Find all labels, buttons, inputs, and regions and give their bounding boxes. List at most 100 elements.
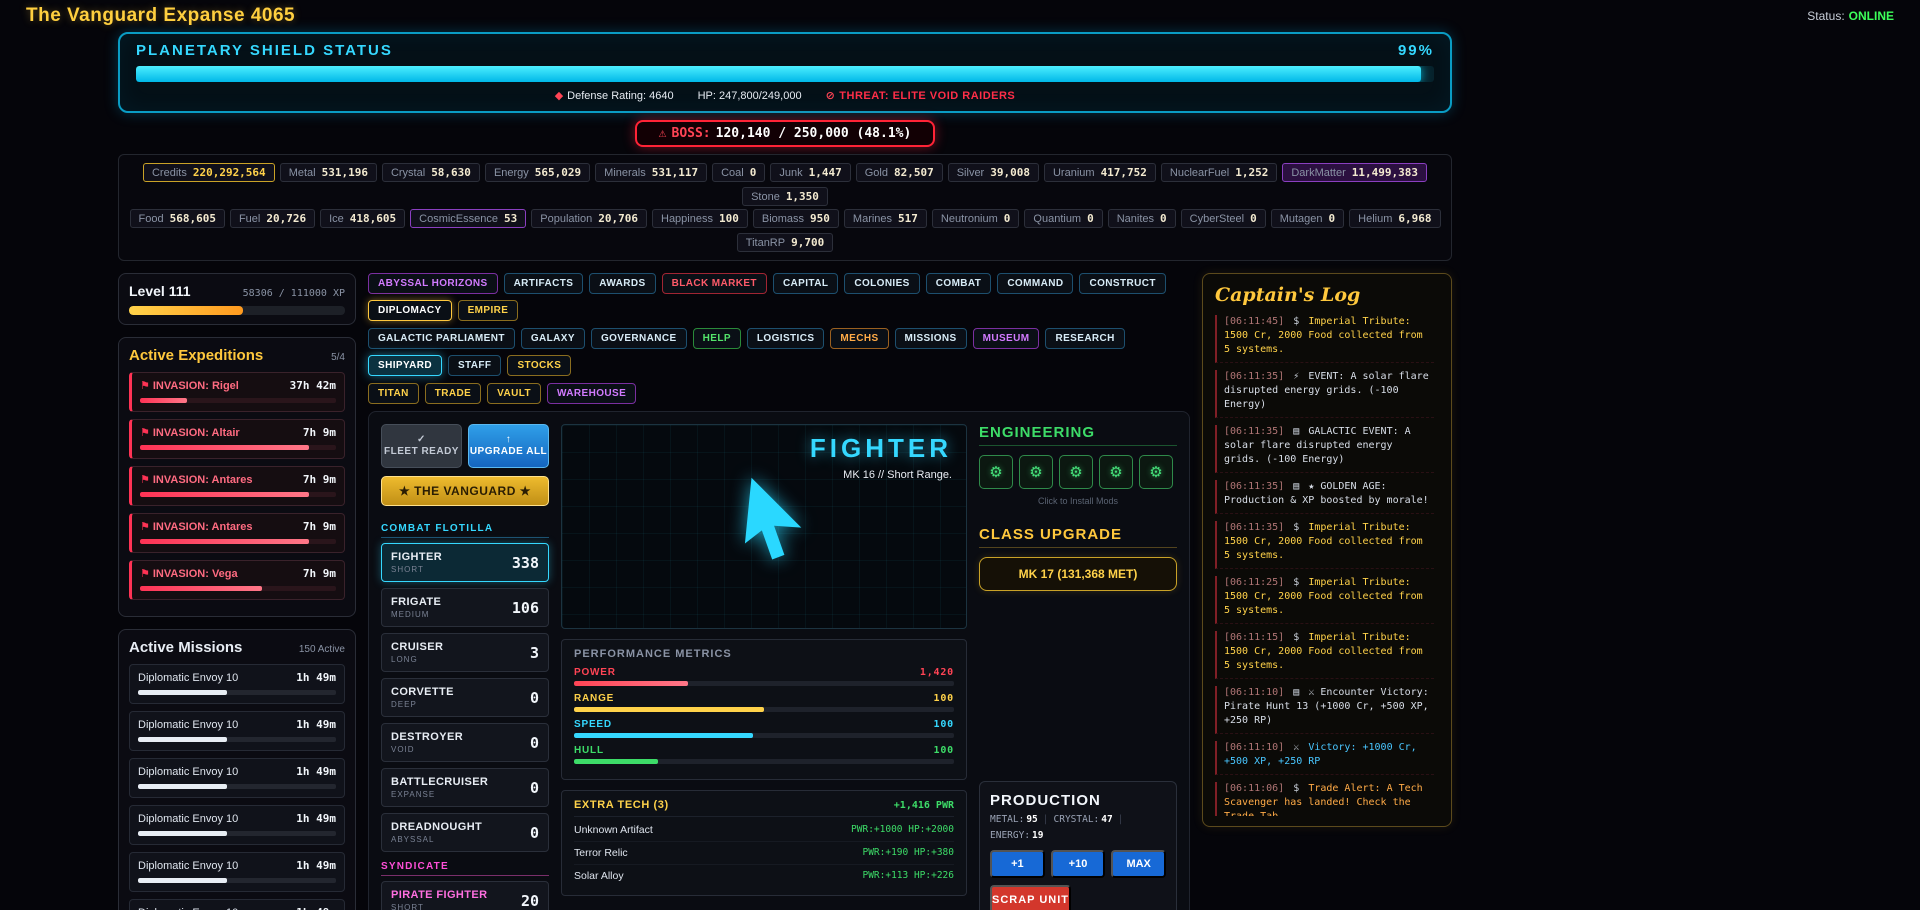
left-sidebar: Level 111 58306 / 111000 XP Active Exped… xyxy=(118,273,356,910)
ship-card[interactable]: CRUISER LONG 3 xyxy=(381,633,549,672)
production-costs: METAL:95 CRYSTAL:47 ENERGY:19 xyxy=(990,814,1166,841)
shield-title: PLANETARY SHIELD STATUS xyxy=(136,42,393,59)
nav-tab[interactable]: TRADE xyxy=(425,383,481,404)
ship-count: 0 xyxy=(530,824,539,842)
nav-tab[interactable]: BLACK MARKET xyxy=(662,273,767,294)
log-timestamp: [06:11:06] xyxy=(1224,783,1284,794)
nav-tab[interactable]: COMBAT xyxy=(926,273,992,294)
ship-name: BATTLECRUISER xyxy=(391,776,488,788)
resource-value: 950 xyxy=(810,212,830,225)
resource-name: Energy xyxy=(494,167,529,179)
mission-name: Diplomatic Envoy 10 xyxy=(138,907,238,910)
nav-tab[interactable]: AWARDS xyxy=(589,273,655,294)
nav-tab[interactable]: MISSIONS xyxy=(895,328,967,349)
shield-progress-bar xyxy=(136,66,1434,82)
nav-tab[interactable]: LOGISTICS xyxy=(747,328,825,349)
resource-name: CosmicEssence xyxy=(419,213,498,225)
nav-tab[interactable]: VAULT xyxy=(487,383,541,404)
nav-tab[interactable]: SHIPYARD xyxy=(368,355,442,376)
mission-item: Diplomatic Envoy 10 1h 49m xyxy=(129,711,345,751)
engineering-title: ENGINEERING xyxy=(979,424,1177,446)
nav-tab[interactable]: GOVERNANCE xyxy=(591,328,687,349)
class-upgrade-button[interactable]: MK 17 (131,368 MET) xyxy=(979,557,1177,591)
nav-tab[interactable]: STOCKS xyxy=(507,355,571,376)
nav-tab[interactable]: HELP xyxy=(693,328,741,349)
scrap-unit-button[interactable]: SCRAP UNIT xyxy=(990,885,1071,910)
mod-slot[interactable]: ⚙ xyxy=(1139,455,1173,489)
nav-tab[interactable]: GALACTIC PARLIAMENT xyxy=(368,328,515,349)
expedition-name: ⚑INVASION: Vega xyxy=(140,567,238,580)
mission-name: Diplomatic Envoy 10 xyxy=(138,719,238,731)
nav-tab[interactable]: DIPLOMACY xyxy=(368,300,452,321)
resource-name: DarkMatter xyxy=(1291,167,1345,179)
expedition-item: ⚑INVASION: Antares 7h 9m xyxy=(129,466,345,506)
production-panel: PRODUCTION METAL:95 CRYSTAL:47 ENERGY:19 xyxy=(979,781,1177,910)
ship-range: SHORT xyxy=(391,565,442,574)
nav-tab[interactable]: COMMAND xyxy=(997,273,1073,294)
mod-slot-row: ⚙⚙⚙⚙⚙ xyxy=(979,455,1177,489)
build-quantity-button[interactable]: +10 xyxy=(1051,850,1106,878)
nav-tab[interactable]: TITAN xyxy=(368,383,419,404)
nav-tab[interactable]: CAPITAL xyxy=(773,273,838,294)
ship-card[interactable]: DREADNOUGHT ABYSSAL 0 xyxy=(381,813,549,852)
resource-chip: Quantium 0 xyxy=(1024,209,1102,228)
fleet-ready-button[interactable]: ✓ FLEET READY xyxy=(381,424,462,468)
build-quantity-button[interactable]: +1 xyxy=(990,850,1045,878)
metric-value: 1,420 xyxy=(920,667,954,678)
ship-range: EXPANSE xyxy=(391,790,488,799)
up-arrow-icon: ↑ xyxy=(506,434,512,447)
nav-tab[interactable]: EMPIRE xyxy=(458,300,519,321)
right-sidebar: Captain's Log [06:11:45] $ Imperial Trib… xyxy=(1202,273,1452,827)
log-timestamp: [06:11:25] xyxy=(1224,577,1284,588)
ship-card[interactable]: FRIGATE MEDIUM 106 xyxy=(381,588,549,627)
nav-tab[interactable]: ARTIFACTS xyxy=(504,273,584,294)
ship-card[interactable]: CORVETTE DEEP 0 xyxy=(381,678,549,717)
nav-tab[interactable]: STAFF xyxy=(448,355,501,376)
log-scroll-area[interactable]: [06:11:45] $ Imperial Tribute: 1500 Cr, … xyxy=(1215,315,1439,816)
nav-tab[interactable]: ABYSSAL HORIZONS xyxy=(368,273,498,294)
boss-health-bar: ⚠BOSS:120,140 / 250,000 (48.1%) xyxy=(635,120,936,147)
warning-icon: ⚠ xyxy=(659,126,667,141)
ship-card[interactable]: FIGHTER SHORT 338 xyxy=(381,543,549,582)
mission-progress-fill xyxy=(138,784,227,789)
resource-chip: Credits 220,292,564 xyxy=(143,163,275,182)
mission-timer: 1h 49m xyxy=(296,906,336,910)
nav-tab[interactable]: WAREHOUSE xyxy=(547,383,636,404)
nav-tab[interactable]: COLONIES xyxy=(844,273,919,294)
class-upgrade-title: CLASS UPGRADE xyxy=(979,526,1177,548)
log-timestamp: [06:11:15] xyxy=(1224,632,1284,643)
build-quantity-button[interactable]: MAX xyxy=(1111,850,1166,878)
resource-bar: Credits 220,292,564 Metal 531,196 Crysta… xyxy=(118,154,1452,261)
mod-slot[interactable]: ⚙ xyxy=(1019,455,1053,489)
resource-value: 531,196 xyxy=(322,166,368,179)
resource-value: 0 xyxy=(1160,212,1167,225)
mod-slot[interactable]: ⚙ xyxy=(1059,455,1093,489)
mod-slot[interactable]: ⚙ xyxy=(979,455,1013,489)
extra-tech-panel: EXTRA TECH (3) +1,416 PWR Unknown Artifa… xyxy=(561,790,967,896)
cost-value: 95 xyxy=(1026,814,1037,825)
extra-tech-list: Unknown Artifact PWR:+1000 HP:+2000 Terr… xyxy=(574,819,954,887)
captains-log-title: Captain's Log xyxy=(1215,284,1439,306)
log-event-icon: $ xyxy=(1293,522,1299,533)
metric-label: POWER xyxy=(574,667,616,678)
mod-slot[interactable]: ⚙ xyxy=(1099,455,1133,489)
ship-card[interactable]: DESTROYER VOID 0 xyxy=(381,723,549,762)
captains-log-panel: Captain's Log [06:11:45] $ Imperial Trib… xyxy=(1202,273,1452,827)
log-entry: [06:11:10] ⚔ Victory: +1000 Cr, +500 XP,… xyxy=(1215,741,1434,775)
production-title: PRODUCTION xyxy=(990,792,1166,809)
cost-item: ENERGY:19 xyxy=(990,830,1044,841)
nav-tab[interactable]: MUSEUM xyxy=(973,328,1040,349)
vanguard-button[interactable]: ★ THE VANGUARD ★ xyxy=(381,476,549,506)
ship-card[interactable]: BATTLECRUISER EXPANSE 0 xyxy=(381,768,549,807)
metric-bar xyxy=(574,733,954,738)
nav-tab[interactable]: RESEARCH xyxy=(1045,328,1124,349)
upgrade-all-button[interactable]: ↑ UPGRADE ALL xyxy=(468,424,549,468)
ship-count: 20 xyxy=(521,892,539,910)
ship-card[interactable]: PIRATE FIGHTER SHORT 20 xyxy=(381,881,549,910)
mission-timer: 1h 49m xyxy=(296,765,336,778)
log-timestamp: [06:11:35] xyxy=(1224,481,1284,492)
nav-tab[interactable]: GALAXY xyxy=(521,328,585,349)
nav-tab[interactable]: CONSTRUCT xyxy=(1079,273,1165,294)
metrics-title: PERFORMANCE METRICS xyxy=(574,648,954,660)
nav-tab[interactable]: MECHS xyxy=(830,328,888,349)
